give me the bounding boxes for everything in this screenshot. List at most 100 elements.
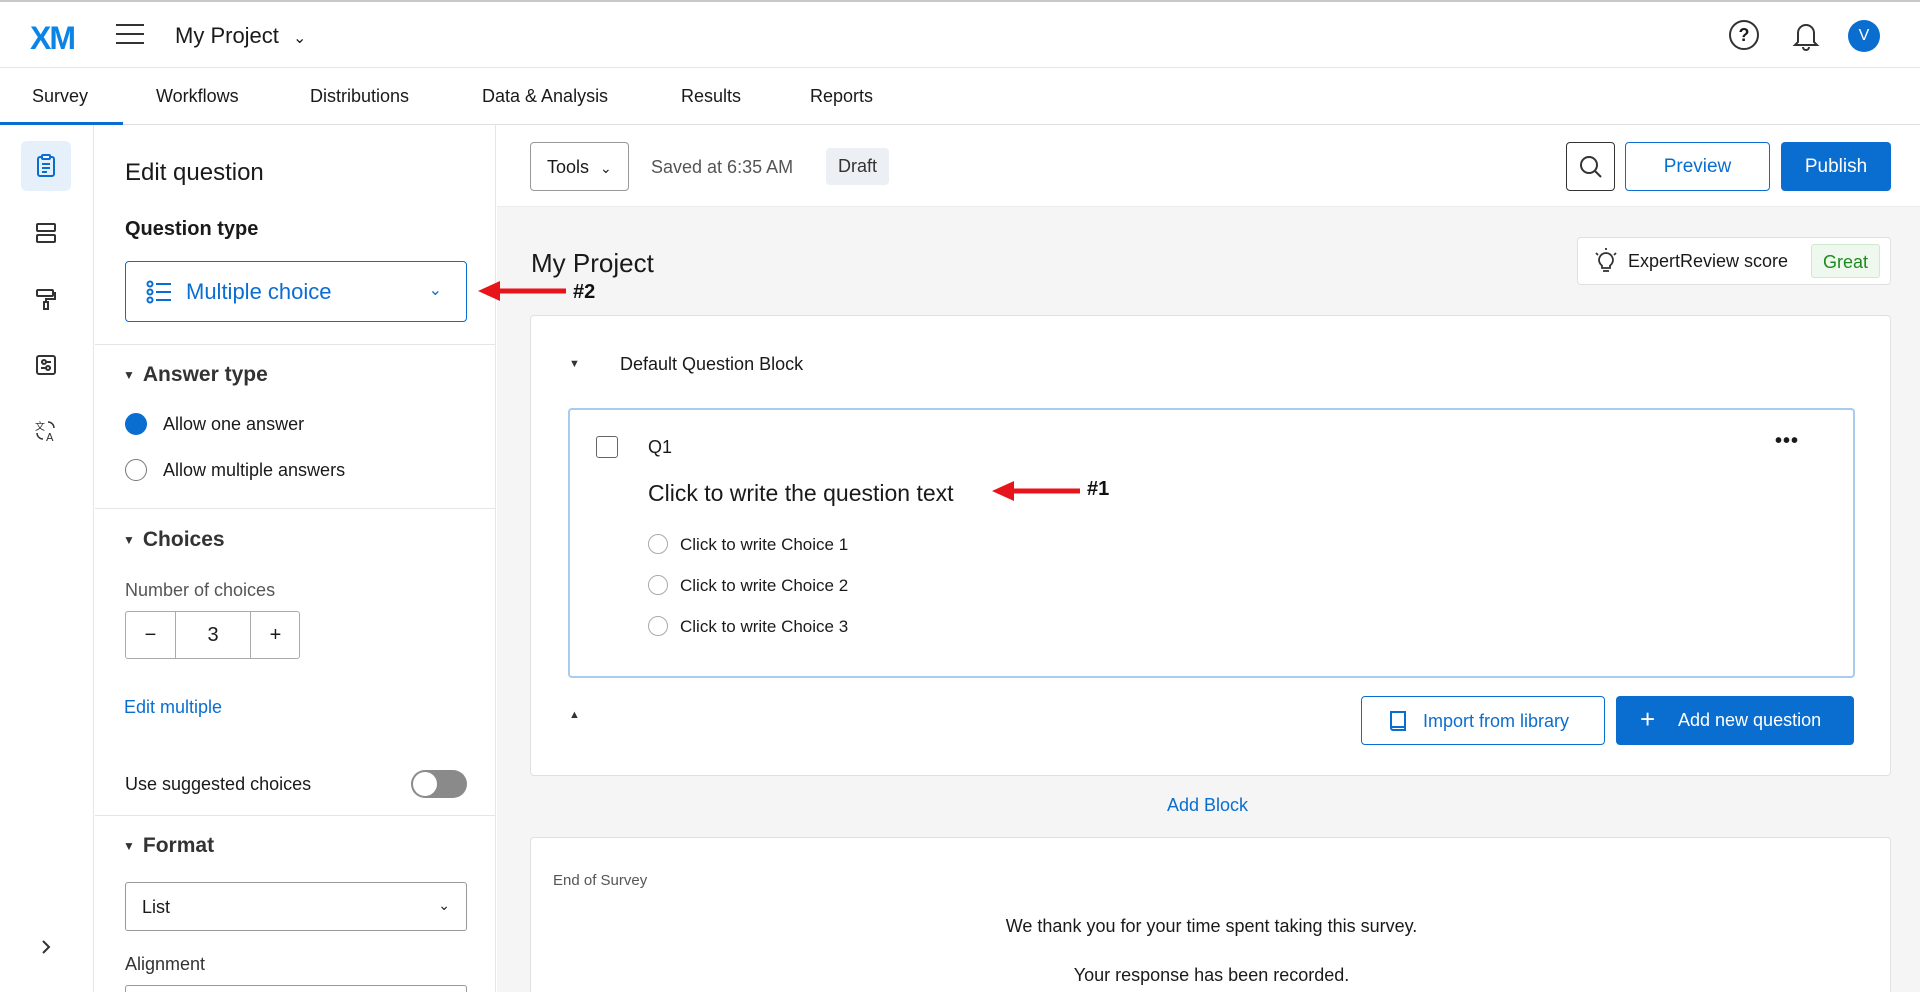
tools-button[interactable]: Tools ⌄ (530, 142, 629, 191)
caret-down-icon: ▼ (123, 533, 135, 548)
suggested-choices-toggle[interactable] (411, 770, 467, 798)
collapse-up-icon[interactable]: ▲ (569, 709, 580, 721)
survey-outline-button[interactable] (21, 141, 71, 191)
translate-button[interactable]: 文 A (21, 406, 71, 456)
edit-multiple-link[interactable]: Edit multiple (124, 697, 222, 718)
caret-down-icon: ▼ (123, 368, 135, 383)
question-select-checkbox[interactable] (596, 436, 618, 458)
annotation-label-1: #1 (1087, 478, 1110, 500)
tab-workflows[interactable]: Workflows (156, 86, 239, 107)
caret-down-icon: ▼ (123, 839, 135, 854)
draft-badge: Draft (826, 148, 890, 185)
list-icon (146, 280, 171, 304)
question-block: ▼ Default Question Block Q1 ••• Click to… (530, 315, 1891, 776)
format-section-toggle[interactable]: ▼ Format (123, 834, 214, 858)
import-from-library-button[interactable]: Import from library (1361, 696, 1605, 745)
paint-roller-icon (36, 289, 56, 310)
translate-icon: 文 A (35, 420, 55, 443)
survey-toolbar: Tools ⌄ Saved at 6:35 AM Draft Preview P… (497, 125, 1920, 207)
choice-label[interactable]: Click to write Choice 1 (680, 535, 848, 555)
chevron-down-icon: ⌄ (293, 30, 307, 47)
look-and-feel-button[interactable] (21, 274, 71, 324)
question-type-dropdown[interactable]: Multiple choice ⌄ (125, 261, 467, 322)
panel-title: Edit question (125, 159, 264, 186)
tab-survey[interactable]: Survey (32, 86, 88, 107)
book-icon (1390, 711, 1406, 731)
notification-bell-icon[interactable] (1791, 19, 1821, 51)
choice-label[interactable]: Click to write Choice 3 (680, 617, 848, 637)
more-options-icon[interactable]: ••• (1775, 430, 1799, 453)
svg-text:文: 文 (35, 420, 45, 433)
increment-button[interactable]: + (250, 612, 300, 658)
format-value: List (142, 897, 171, 917)
annotation-label-2: #2 (573, 281, 596, 303)
add-new-question-button[interactable]: + Add new question (1616, 696, 1854, 745)
search-icon (1580, 156, 1602, 178)
choices-heading: Choices (142, 528, 225, 551)
score-badge: Great (1811, 244, 1881, 278)
number-of-choices-label: Number of choices (125, 580, 276, 600)
expert-review-score[interactable]: ExpertReview score Great (1577, 237, 1891, 285)
question-text[interactable]: Click to write the question text (648, 480, 954, 507)
format-select[interactable]: List ⌄ (125, 882, 467, 931)
settings-sliders-icon (36, 355, 56, 375)
saved-status: Saved at 6:35 AM (651, 157, 794, 177)
annotation-arrow-2 (478, 281, 566, 301)
survey-flow-button[interactable] (21, 208, 71, 258)
xm-logo[interactable]: XM (30, 20, 76, 57)
option-label: Allow one answer (163, 414, 305, 434)
choice-label[interactable]: Click to write Choice 2 (680, 576, 848, 596)
end-of-survey-label: End of Survey (553, 872, 648, 889)
question-type-value: Multiple choice (186, 279, 332, 304)
top-bar: XM My Project ⌄ ? V (0, 0, 1920, 68)
end-message-line-1[interactable]: We thank you for your time spent taking … (531, 916, 1892, 937)
import-label: Import from library (1423, 711, 1570, 731)
collapse-block-icon[interactable]: ▼ (569, 358, 580, 370)
chevron-down-icon: ⌄ (428, 282, 442, 299)
publish-button[interactable]: Publish (1781, 142, 1891, 191)
tab-results[interactable]: Results (681, 86, 741, 107)
answer-type-section-toggle[interactable]: ▼ Answer type (123, 363, 268, 387)
search-button[interactable] (1566, 142, 1615, 191)
decrement-button[interactable]: − (126, 612, 176, 658)
flow-icon (36, 223, 56, 243)
choice-radio (648, 575, 668, 595)
alignment-select[interactable] (125, 985, 467, 992)
menu-icon[interactable] (116, 24, 144, 46)
choice-radio (648, 616, 668, 636)
survey-options-button[interactable] (21, 340, 71, 390)
lightbulb-icon (1595, 248, 1617, 272)
main-tabs: Survey Workflows Distributions Data & An… (0, 68, 1920, 125)
help-icon[interactable]: ? (1729, 20, 1759, 50)
choice-radio (648, 534, 668, 554)
end-message-line-2[interactable]: Your response has been recorded. (531, 965, 1892, 986)
expert-review-label: ExpertReview score (1628, 251, 1789, 271)
tab-distributions[interactable]: Distributions (310, 86, 409, 107)
tools-label: Tools (547, 157, 590, 177)
radio-selected[interactable] (125, 413, 147, 435)
choices-section-toggle[interactable]: ▼ Choices (123, 528, 225, 552)
expand-panel-icon[interactable] (38, 937, 54, 957)
tab-data-analysis[interactable]: Data & Analysis (482, 86, 608, 107)
project-switcher[interactable]: My Project ⌄ (175, 23, 306, 49)
question-card[interactable]: Q1 ••• Click to write the question text … (568, 408, 1855, 678)
preview-button[interactable]: Preview (1625, 142, 1770, 191)
project-title: My Project (175, 23, 279, 48)
add-block-link[interactable]: Add Block (1167, 795, 1248, 816)
clipboard-icon (37, 154, 55, 177)
choices-count[interactable]: 3 (176, 612, 250, 658)
answer-type-heading: Answer type (142, 363, 268, 386)
survey-title[interactable]: My Project (531, 248, 654, 279)
survey-canvas: Tools ⌄ Saved at 6:35 AM Draft Preview P… (497, 125, 1920, 992)
question-number: Q1 (648, 437, 673, 457)
divider (95, 508, 496, 509)
option-label: Allow multiple answers (163, 460, 346, 480)
chevron-down-icon: ⌄ (600, 160, 612, 176)
svg-text:A: A (46, 431, 54, 443)
annotation-arrow-1 (992, 481, 1080, 501)
radio-unselected[interactable] (125, 459, 147, 481)
avatar[interactable]: V (1848, 20, 1880, 52)
block-title[interactable]: Default Question Block (620, 354, 803, 375)
divider (95, 815, 496, 816)
tab-reports[interactable]: Reports (810, 86, 873, 107)
